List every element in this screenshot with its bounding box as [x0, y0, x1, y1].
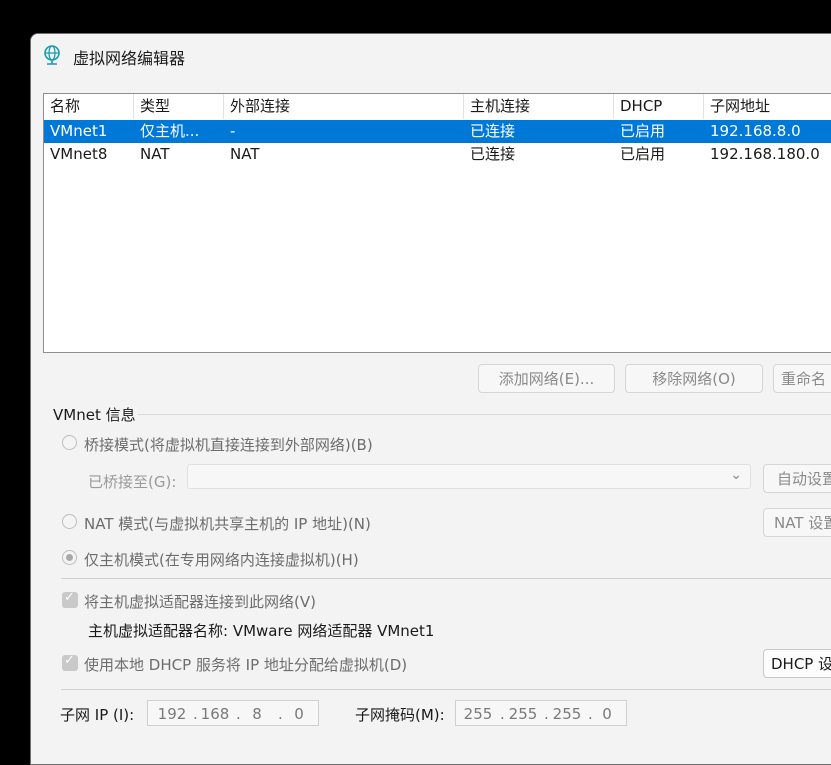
cell-dhcp: 已启用 — [620, 145, 666, 163]
ip-octet: 168 — [200, 705, 230, 723]
ip-octet: 255 — [552, 705, 582, 723]
cell-external: NAT — [230, 145, 260, 163]
cell-subnet: 192.168.180.0 — [710, 145, 820, 163]
title-bar: 虚拟网络编辑器 — [31, 34, 831, 80]
cell-external: - — [230, 122, 236, 140]
column-header-host[interactable]: 主机连接 — [464, 94, 614, 119]
bridged-mode-radio[interactable] — [62, 435, 77, 450]
dhcp-settings-button[interactable]: DHCP 设 — [763, 649, 831, 678]
subnet-mask-label: 子网掩码(M): — [355, 706, 445, 724]
cell-host: 已连接 — [470, 145, 516, 163]
add-network-button[interactable]: 添加网络(E)... — [478, 364, 615, 393]
rename-network-button[interactable]: 重命名 — [773, 364, 831, 393]
cell-type: 仅主机... — [140, 122, 200, 140]
connect-adapter-label: 将主机虚拟适配器连接到此网络(V) — [84, 593, 316, 611]
host-only-mode-label: 仅主机模式(在专用网络内连接虚拟机)(H) — [84, 551, 359, 569]
column-header-external[interactable]: 外部连接 — [224, 94, 464, 119]
nat-mode-radio[interactable] — [62, 514, 77, 529]
subnet-mask-field[interactable]: 255 . 255 . 255 . 0 — [455, 700, 627, 726]
column-header-type[interactable]: 类型 — [134, 94, 224, 119]
subnet-ip-field[interactable]: 192 . 168 . 8 . 0 — [147, 700, 319, 726]
cell-type: NAT — [140, 145, 170, 163]
bridged-mode-label: 桥接模式(将虚拟机直接连接到外部网络)(B) — [84, 436, 373, 454]
bridged-to-dropdown[interactable]: ⌄ — [187, 464, 751, 489]
column-header-name[interactable]: 名称 — [44, 94, 134, 119]
ip-octet: 192 — [157, 705, 187, 723]
cell-dhcp: 已启用 — [620, 122, 666, 140]
cell-subnet: 192.168.8.0 — [710, 122, 801, 140]
column-header-subnet[interactable]: 子网地址 — [704, 94, 831, 119]
bridged-to-label: 已桥接至(G): — [88, 473, 177, 491]
group-border — [52, 414, 831, 415]
auto-settings-button[interactable]: 自动设置 — [763, 464, 831, 493]
virtual-network-editor-window: 虚拟网络编辑器 名称 类型 外部连接 主机连接 DHCP 子网地址 VMnet1… — [30, 33, 831, 765]
nat-settings-button[interactable]: NAT 设置 — [763, 508, 831, 537]
host-only-mode-radio[interactable] — [62, 550, 77, 565]
ip-octet: 8 — [252, 705, 262, 723]
ip-octet: 255 — [508, 705, 538, 723]
ip-octet: 255 — [463, 705, 493, 723]
cell-host: 已连接 — [470, 122, 516, 140]
cell-name: VMnet8 — [50, 145, 108, 163]
subnet-ip-label: 子网 IP (I): — [60, 706, 135, 724]
list-header: 名称 类型 外部连接 主机连接 DHCP 子网地址 — [44, 94, 831, 119]
use-dhcp-checkbox[interactable]: ✓ — [62, 653, 78, 671]
separator — [61, 689, 831, 690]
separator — [61, 578, 831, 579]
list-row-vmnet1[interactable]: VMnet1 仅主机... - 已连接 已启用 192.168.8.0 — [44, 120, 831, 143]
ip-octet: 0 — [602, 705, 612, 723]
adapter-name-text: 主机虚拟适配器名称: VMware 网络适配器 VMnet1 — [88, 622, 435, 640]
globe-network-icon — [44, 45, 60, 65]
nat-mode-label: NAT 模式(与虚拟机共享主机的 IP 地址)(N) — [84, 515, 371, 533]
vmnet-info-group-title: VMnet 信息 — [51, 404, 138, 425]
chevron-down-icon: ⌄ — [730, 467, 742, 483]
list-row-vmnet8[interactable]: VMnet8 NAT NAT 已连接 已启用 192.168.180.0 — [44, 143, 831, 166]
cell-name: VMnet1 — [50, 122, 108, 140]
connect-adapter-checkbox[interactable]: ✓ — [62, 590, 78, 608]
column-header-dhcp[interactable]: DHCP — [614, 94, 704, 119]
ip-octet: 0 — [294, 705, 304, 723]
network-list[interactable]: 名称 类型 外部连接 主机连接 DHCP 子网地址 VMnet1 仅主机... … — [43, 93, 831, 353]
use-dhcp-label: 使用本地 DHCP 服务将 IP 地址分配给虚拟机(D) — [84, 656, 408, 674]
window-title: 虚拟网络编辑器 — [73, 49, 186, 68]
remove-network-button[interactable]: 移除网络(O) — [625, 364, 763, 393]
